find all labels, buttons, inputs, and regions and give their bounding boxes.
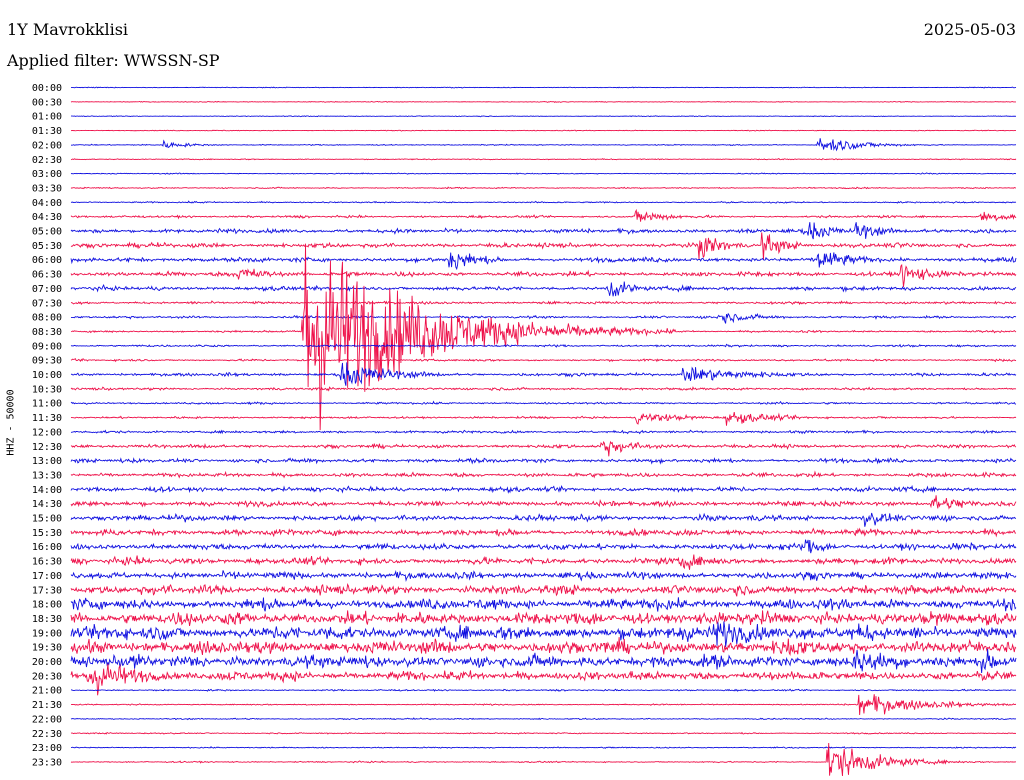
time-tick-label: 13:00 xyxy=(32,456,62,467)
seismic-trace xyxy=(70,362,1017,386)
time-tick-label: 23:30 xyxy=(32,757,62,768)
seismic-trace xyxy=(70,100,1017,103)
time-tick-label: 05:00 xyxy=(32,227,62,238)
time-tick-label: 08:30 xyxy=(32,327,62,338)
time-tick-label: 09:00 xyxy=(32,341,62,352)
time-tick-label: 11:00 xyxy=(32,399,62,410)
time-tick-label: 12:00 xyxy=(32,427,62,438)
seismogram-plot: 00:00 00:30 01:00 01:30 02:00 02:30 03:00 03:30… xyxy=(32,83,1017,777)
time-tick-label: 18:00 xyxy=(32,600,62,611)
time-tick-label: 04:30 xyxy=(32,212,62,223)
time-tick-label: 21:30 xyxy=(32,700,62,711)
time-tick-label: 16:30 xyxy=(32,557,62,568)
seismic-trace xyxy=(70,172,1017,175)
seismic-trace xyxy=(70,412,1017,426)
seismic-trace xyxy=(70,300,1017,306)
seismic-trace xyxy=(70,457,1017,465)
seismic-trace xyxy=(70,312,1017,324)
time-tick-label: 05:30 xyxy=(32,241,62,252)
seismic-trace xyxy=(70,86,1017,89)
seismic-trace xyxy=(70,343,1017,348)
seismic-trace xyxy=(70,186,1017,190)
seismic-trace xyxy=(70,597,1017,612)
time-tick-label: 14:30 xyxy=(32,499,62,510)
seismic-trace xyxy=(70,731,1017,735)
time-tick-label: 01:00 xyxy=(32,112,62,123)
time-tick-label: 16:00 xyxy=(32,542,62,553)
seismic-trace xyxy=(70,610,1017,627)
helicorder-view: 1Y Mavrokklisi 2025-05-03 Applied filter… xyxy=(0,0,1024,780)
seismic-trace xyxy=(70,400,1017,406)
seismic-trace xyxy=(70,222,1017,240)
seismic-trace xyxy=(70,570,1017,582)
seismic-trace xyxy=(70,512,1017,527)
time-tick-label: 06:00 xyxy=(32,255,62,266)
seismic-trace xyxy=(70,484,1017,494)
time-tick-label: 21:00 xyxy=(32,686,62,697)
seismic-trace xyxy=(70,129,1017,132)
time-tick-label: 17:30 xyxy=(32,585,62,596)
time-tick-label: 03:30 xyxy=(32,183,62,194)
seismic-trace xyxy=(70,495,1017,510)
time-tick-label: 00:00 xyxy=(32,83,62,94)
seismic-trace xyxy=(70,243,1017,431)
time-tick-label: 10:00 xyxy=(32,370,62,381)
time-tick-label: 17:00 xyxy=(32,571,62,582)
time-tick-label: 15:30 xyxy=(32,528,62,539)
time-tick-label: 19:00 xyxy=(32,628,62,639)
seismic-trace xyxy=(70,649,1017,674)
time-tick-label: 08:00 xyxy=(32,313,62,324)
time-tick-label: 02:00 xyxy=(32,140,62,151)
time-tick-label: 14:00 xyxy=(32,485,62,496)
seismic-trace xyxy=(70,440,1017,457)
time-tick-label: 19:30 xyxy=(32,643,62,654)
time-tick-label: 22:00 xyxy=(32,714,62,725)
seismic-trace xyxy=(70,386,1017,392)
time-tick-label: 18:30 xyxy=(32,614,62,625)
seismic-trace xyxy=(70,554,1017,570)
seismic-trace xyxy=(70,115,1017,118)
time-tick-label: 13:30 xyxy=(32,470,62,481)
time-tick-label: 03:00 xyxy=(32,169,62,180)
time-tick-label: 23:00 xyxy=(32,743,62,754)
time-tick-label: 06:30 xyxy=(32,270,62,281)
time-tick-label: 11:30 xyxy=(32,413,62,424)
time-tick-label: 02:30 xyxy=(32,155,62,166)
seismic-trace xyxy=(70,694,1017,715)
seismic-trace xyxy=(70,717,1017,721)
seismic-trace xyxy=(70,232,1017,261)
time-tick-label: 20:00 xyxy=(32,657,62,668)
seismic-trace xyxy=(70,157,1017,161)
time-tick-label: 15:00 xyxy=(32,514,62,525)
seismic-trace xyxy=(70,470,1017,479)
time-tick-label: 07:00 xyxy=(32,284,62,295)
seismic-trace xyxy=(70,200,1017,204)
seismic-trace xyxy=(70,263,1017,288)
time-tick-label: 01:30 xyxy=(32,126,62,137)
time-tick-label: 04:00 xyxy=(32,198,62,209)
time-tick-label: 22:30 xyxy=(32,729,62,740)
seismic-trace xyxy=(70,208,1017,222)
seismic-trace xyxy=(70,281,1017,297)
seismic-trace xyxy=(70,637,1017,657)
seismic-trace xyxy=(70,357,1017,363)
seismic-trace xyxy=(70,252,1017,271)
seismic-trace xyxy=(70,138,1017,152)
time-tick-label: 10:30 xyxy=(32,384,62,395)
seismic-trace xyxy=(70,688,1017,692)
seismic-trace xyxy=(70,746,1017,749)
time-tick-label: 12:30 xyxy=(32,442,62,453)
time-tick-label: 20:30 xyxy=(32,671,62,682)
seismic-trace xyxy=(70,539,1017,554)
time-tick-label: 07:30 xyxy=(32,298,62,309)
seismic-trace xyxy=(70,621,1017,647)
seismic-trace xyxy=(70,429,1017,435)
time-tick-label: 09:30 xyxy=(32,356,62,367)
seismic-trace xyxy=(70,527,1017,538)
time-tick-label: 00:30 xyxy=(32,97,62,108)
seismic-trace xyxy=(70,583,1017,597)
